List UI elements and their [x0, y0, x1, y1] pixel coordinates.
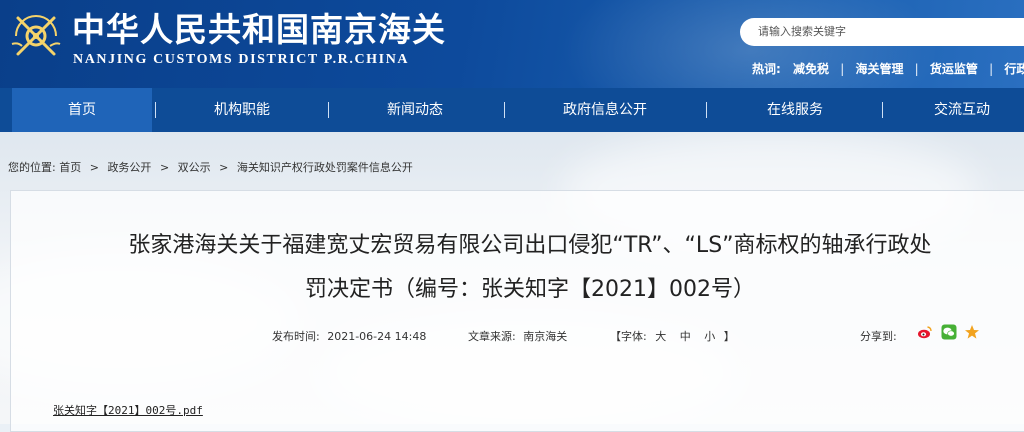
source-info: 文章来源: 南京海关 — [468, 328, 567, 344]
favorite-star-icon[interactable] — [964, 324, 980, 340]
breadcrumb-label: 您的位置: — [8, 161, 56, 174]
hot-words-bar: 热词: 减免税 | 海关管理 | 货运监管 | 行政审 — [752, 60, 1024, 77]
breadcrumb: 您的位置: 首页 > 政务公开 > 双公示 > 海关知识产权行政处罚案件信息公开 — [8, 159, 413, 175]
breadcrumb-current[interactable]: 海关知识产权行政处罚案件信息公开 — [237, 161, 413, 174]
share-label: 分享到: — [860, 330, 897, 343]
font-size-medium-button[interactable]: 中 — [680, 330, 691, 343]
nav-item-home[interactable]: 首页 — [12, 88, 152, 132]
hot-word-separator: | — [914, 62, 919, 76]
publish-info: 发布时间: 2021-06-24 14:48 — [272, 328, 426, 344]
font-size-close: 】 — [723, 330, 735, 343]
nav-item-organization[interactable]: 机构职能 — [172, 88, 312, 132]
nav-separator — [155, 102, 156, 118]
source-label: 文章来源: — [468, 330, 516, 343]
nav-separator — [328, 102, 329, 118]
hot-word-separator: | — [989, 62, 994, 76]
publish-time: 2021-06-24 14:48 — [327, 330, 427, 343]
nav-item-interaction[interactable]: 交流互动 — [900, 88, 1024, 132]
article-title: 张家港海关关于福建宽丈宏贸易有限公司出口侵犯“TR”、“LS”商标权的轴承行政处… — [40, 226, 1020, 310]
site-header: 中华人民共和国南京海关 NANJING CUSTOMS DISTRICT P.R… — [0, 0, 1024, 88]
nav-item-government-info[interactable]: 政府信息公开 — [530, 88, 680, 132]
breadcrumb-double-publicity[interactable]: 双公示 — [178, 161, 211, 174]
hot-word-link[interactable]: 行政审 — [1004, 60, 1024, 77]
weibo-icon[interactable] — [917, 324, 933, 340]
publish-time-label: 发布时间: — [272, 330, 320, 343]
nav-separator — [504, 102, 505, 118]
article-title-line: 罚决定书（编号：张关知字【2021】002号） — [305, 277, 755, 302]
customs-emblem-icon[interactable] — [8, 8, 64, 64]
breadcrumb-arrow: > — [159, 161, 170, 174]
wechat-icon[interactable] — [941, 324, 957, 340]
breadcrumb-arrow: > — [219, 161, 229, 174]
attachment-pdf-link[interactable]: 张关知字【2021】002号.pdf — [53, 402, 203, 418]
search-input[interactable] — [740, 18, 1024, 46]
breadcrumb-home[interactable]: 首页 — [59, 161, 81, 174]
nav-item-news[interactable]: 新闻动态 — [345, 88, 485, 132]
source-value: 南京海关 — [523, 330, 568, 343]
font-size-large-button[interactable]: 大 — [655, 330, 666, 343]
site-title[interactable]: 中华人民共和国南京海关 — [72, 10, 446, 50]
hot-word-link[interactable]: 减免税 — [793, 60, 829, 77]
article-title-line: 张家港海关关于福建宽丈宏贸易有限公司出口侵犯“TR”、“LS”商标权的轴承行政处 — [128, 233, 932, 258]
hot-words-label: 热词: — [752, 62, 781, 76]
font-size-small-button[interactable]: 小 — [704, 330, 715, 343]
breadcrumb-arrow: > — [89, 161, 99, 174]
hot-word-link[interactable]: 货运监管 — [930, 60, 978, 77]
site-subtitle: NANJING CUSTOMS DISTRICT P.R.CHINA — [73, 52, 410, 67]
font-size-control: 【字体: 大 中 小 】 — [610, 328, 735, 344]
nav-separator — [706, 102, 707, 118]
nav-item-online-service[interactable]: 在线服务 — [725, 88, 865, 132]
nav-separator — [882, 102, 883, 118]
hot-word-separator: | — [840, 62, 845, 76]
main-nav: 首页 机构职能 新闻动态 政府信息公开 在线服务 交流互动 — [0, 88, 1024, 132]
font-size-label: 【字体: — [610, 330, 647, 343]
hot-word-link[interactable]: 海关管理 — [855, 60, 903, 77]
breadcrumb-public-affairs[interactable]: 政务公开 — [107, 161, 151, 174]
